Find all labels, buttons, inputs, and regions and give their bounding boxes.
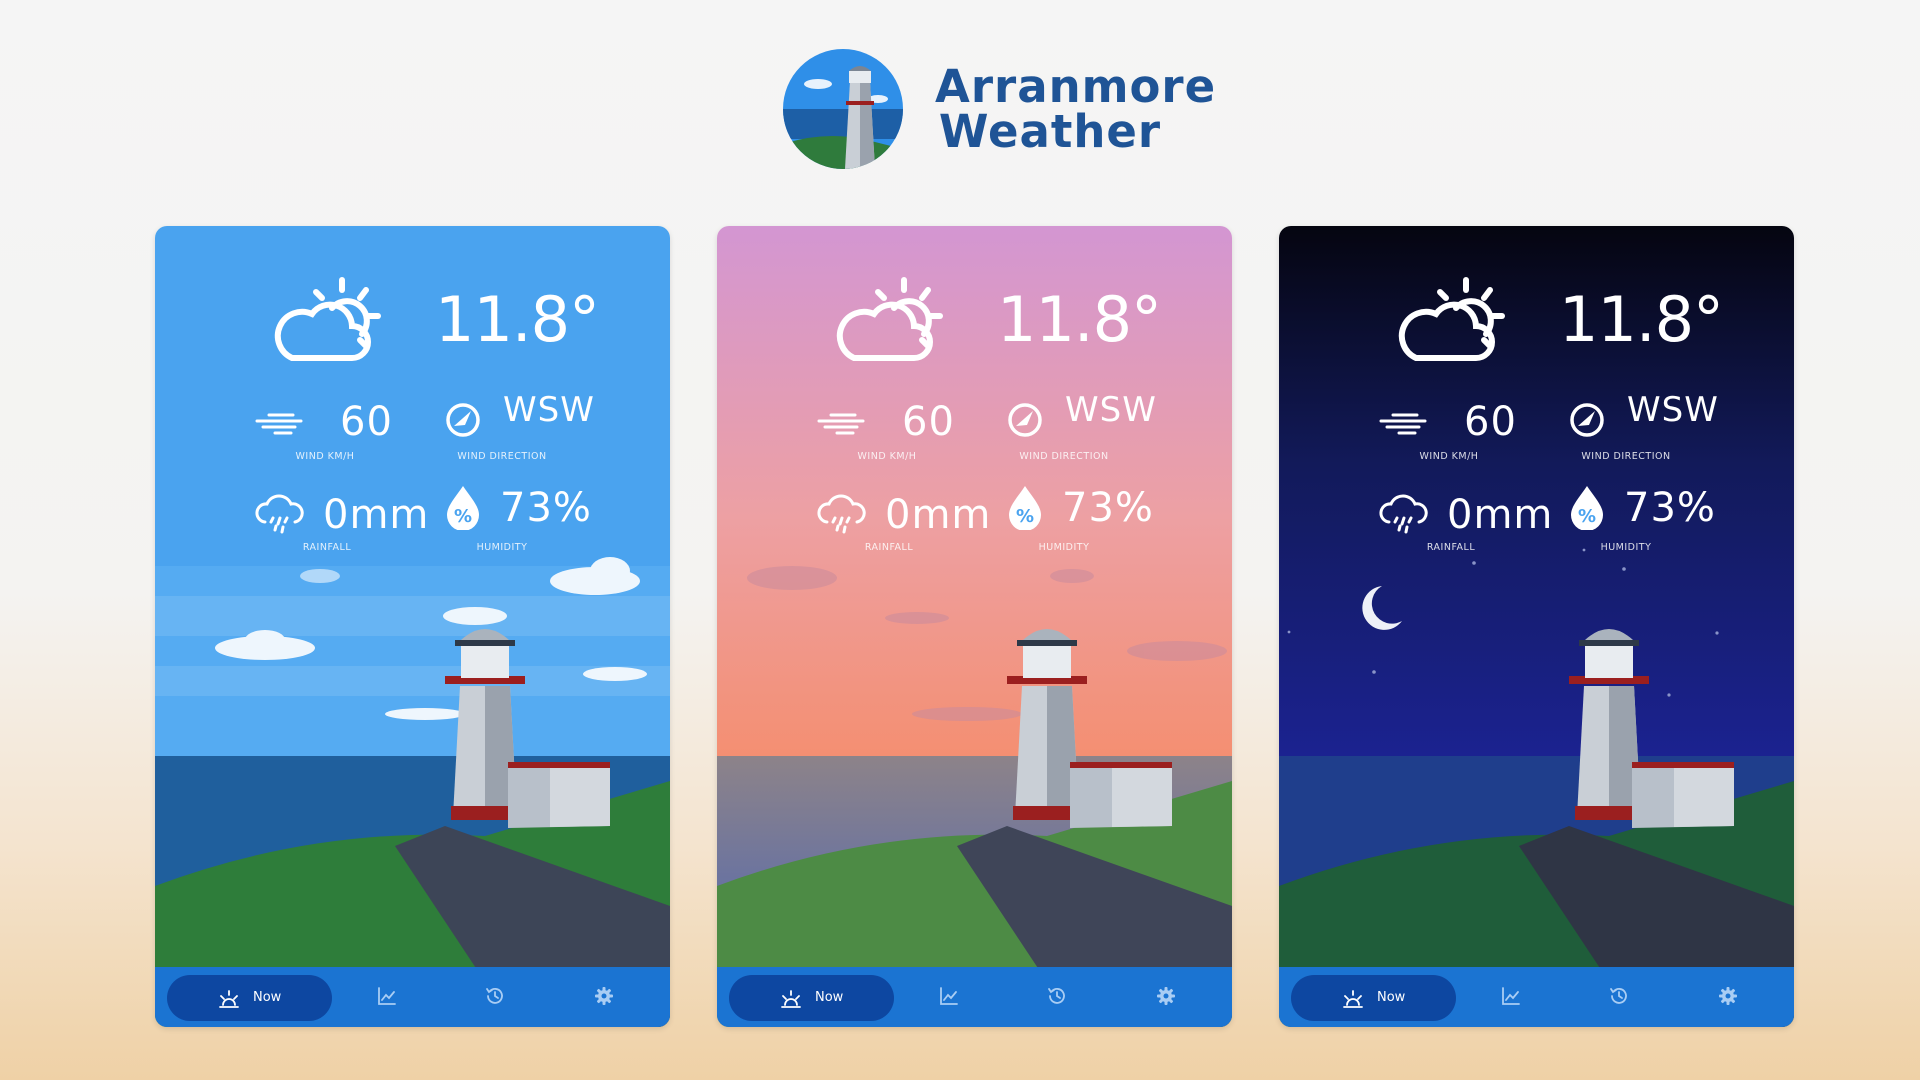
now-tab[interactable]: Now <box>167 975 332 1021</box>
compass-icon <box>437 396 489 442</box>
bottom-nav: Now <box>717 967 1232 1027</box>
rainfall-caption: RAINFALL <box>1426 542 1476 553</box>
lighthouse-logo-icon <box>783 49 903 169</box>
sun-icon <box>779 987 803 1009</box>
temperature-value: 11.8° <box>1559 283 1724 356</box>
bottom-nav: Now <box>1279 967 1794 1027</box>
rain-cloud-icon <box>1377 492 1429 538</box>
temperature-value: 11.8° <box>435 283 600 356</box>
wind-speed-value: 60 <box>1464 399 1517 445</box>
chart-icon[interactable] <box>1499 984 1523 1008</box>
humidity-drop-icon <box>1561 484 1613 530</box>
history-icon[interactable] <box>1045 984 1069 1008</box>
humidity-drop-icon <box>999 484 1051 530</box>
rainfall-caption: RAINFALL <box>302 542 352 553</box>
compass-icon <box>1561 396 1613 442</box>
current-conditions: 11.8° 60 WIND KM/H WSW WIND DIRECTION 0m… <box>155 226 670 566</box>
current-conditions: 11.8° 60 WIND KM/H WSW WIND DIRECTION 0m… <box>717 226 1232 566</box>
humidity-caption: HUMIDITY <box>1038 542 1090 553</box>
wind-speed-value: 60 <box>902 399 955 445</box>
rainfall-value: 0mm <box>323 492 430 538</box>
now-tab-label: Now <box>253 990 282 1005</box>
wind-direction-value: WSW <box>1627 390 1719 430</box>
wind-direction-caption: WIND DIRECTION <box>1019 451 1109 462</box>
chart-icon[interactable] <box>375 984 399 1008</box>
compass-icon <box>999 396 1051 442</box>
now-tab[interactable]: Now <box>1291 975 1456 1021</box>
partly-cloudy-icon <box>270 274 390 366</box>
wind-icon <box>255 401 307 447</box>
gear-icon[interactable] <box>592 984 616 1008</box>
sun-icon <box>217 987 241 1009</box>
weather-card-day: 11.8° 60 WIND KM/H WSW WIND DIRECTION 0m… <box>155 226 670 1027</box>
humidity-value: 73% <box>1624 485 1716 531</box>
bottom-nav: Now <box>155 967 670 1027</box>
wind-speed-caption: WIND KM/H <box>295 451 355 462</box>
wind-icon <box>817 401 869 447</box>
chart-icon[interactable] <box>937 984 961 1008</box>
wind-direction-caption: WIND DIRECTION <box>457 451 547 462</box>
history-icon[interactable] <box>483 984 507 1008</box>
app-header: Arranmore Weather <box>0 46 1920 172</box>
wind-icon <box>1379 401 1431 447</box>
rain-cloud-icon <box>253 492 305 538</box>
wind-direction-value: WSW <box>1065 390 1157 430</box>
history-icon[interactable] <box>1607 984 1631 1008</box>
app-title-line1: Arranmore <box>935 60 1217 113</box>
gear-icon[interactable] <box>1716 984 1740 1008</box>
humidity-value: 73% <box>1062 485 1154 531</box>
rainfall-caption: RAINFALL <box>864 542 914 553</box>
humidity-caption: HUMIDITY <box>476 542 528 553</box>
gear-icon[interactable] <box>1154 984 1178 1008</box>
temperature-value: 11.8° <box>997 283 1162 356</box>
now-tab[interactable]: Now <box>729 975 894 1021</box>
wind-speed-value: 60 <box>340 399 393 445</box>
partly-cloudy-icon <box>832 274 952 366</box>
current-conditions: 11.8° 60 WIND KM/H WSW WIND DIRECTION 0m… <box>1279 226 1794 566</box>
wind-speed-caption: WIND KM/H <box>857 451 917 462</box>
wind-direction-value: WSW <box>503 390 595 430</box>
wind-direction-caption: WIND DIRECTION <box>1581 451 1671 462</box>
rain-cloud-icon <box>815 492 867 538</box>
now-tab-label: Now <box>1377 990 1406 1005</box>
weather-card-night: 11.8° 60 WIND KM/H WSW WIND DIRECTION 0m… <box>1279 226 1794 1027</box>
rainfall-value: 0mm <box>885 492 992 538</box>
app-title: Arranmore Weather <box>935 60 1217 158</box>
partly-cloudy-icon <box>1394 274 1514 366</box>
humidity-drop-icon <box>437 484 489 530</box>
sun-icon <box>1341 987 1365 1009</box>
weather-card-sunset: 11.8° 60 WIND KM/H WSW WIND DIRECTION 0m… <box>717 226 1232 1027</box>
app-title-line2: Weather <box>938 105 1162 158</box>
humidity-caption: HUMIDITY <box>1600 542 1652 553</box>
humidity-value: 73% <box>500 485 592 531</box>
rainfall-value: 0mm <box>1447 492 1554 538</box>
now-tab-label: Now <box>815 990 844 1005</box>
wind-speed-caption: WIND KM/H <box>1419 451 1479 462</box>
